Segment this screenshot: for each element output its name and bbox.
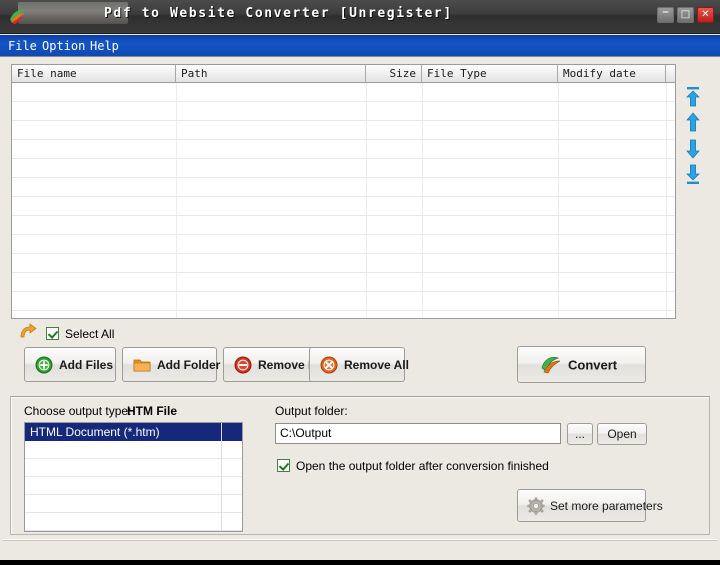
remove-file-button[interactable]: Remove File xyxy=(223,347,329,382)
output-type-list-divider xyxy=(221,423,222,531)
menu-item-help[interactable]: Help xyxy=(86,38,123,54)
convert-label: Convert xyxy=(568,357,618,372)
minimize-icon: – xyxy=(662,4,669,20)
open-folder-label: Open xyxy=(607,427,637,441)
close-button[interactable]: ✕ xyxy=(697,7,714,23)
move-down-button[interactable] xyxy=(683,138,703,160)
table-row[interactable] xyxy=(12,140,675,159)
output-type-empty-row xyxy=(25,495,242,513)
minimize-button[interactable]: – xyxy=(657,4,674,23)
add-folder-label: Add Folder xyxy=(157,357,221,372)
column-divider xyxy=(422,83,423,318)
output-type-option[interactable]: HTML Document (*.htm) xyxy=(25,423,242,441)
convert-swoosh-icon xyxy=(541,356,561,373)
column-header-extra[interactable] xyxy=(666,65,675,82)
table-row[interactable] xyxy=(12,273,675,292)
select-all-checkbox[interactable]: Select All xyxy=(46,325,115,341)
orange-x-circle-icon xyxy=(320,356,338,373)
arrow-to-bottom-icon xyxy=(686,164,700,184)
remove-all-button[interactable]: Remove All xyxy=(309,347,409,382)
output-folder-input[interactable]: C:\Output xyxy=(275,423,561,444)
table-header-row: File name Path Size File Type Modify date xyxy=(12,65,675,83)
move-up-button[interactable] xyxy=(683,111,703,133)
output-type-empty-row xyxy=(25,513,242,531)
output-type-list[interactable]: HTML Document (*.htm) xyxy=(24,422,243,532)
table-row[interactable] xyxy=(12,178,675,197)
file-list-table[interactable]: File name Path Size File Type Modify date xyxy=(11,64,676,319)
open-folder-button[interactable]: Open xyxy=(597,423,647,445)
choose-output-type-label: Choose output type: xyxy=(24,404,132,418)
status-bar xyxy=(3,539,717,559)
column-header-file-type[interactable]: File Type xyxy=(422,65,558,82)
refresh-up-arrow-icon[interactable] xyxy=(19,323,37,339)
menu-item-file[interactable]: File xyxy=(4,38,41,54)
table-row[interactable] xyxy=(12,102,675,121)
close-icon: ✕ xyxy=(701,9,710,20)
table-row[interactable] xyxy=(12,197,675,216)
table-row[interactable] xyxy=(12,121,675,140)
menu-item-option[interactable]: Option xyxy=(38,38,89,54)
browse-folder-label: ... xyxy=(574,427,585,441)
column-divider xyxy=(176,83,177,318)
table-row[interactable] xyxy=(12,83,675,102)
arrow-down-icon xyxy=(686,139,700,159)
orange-folder-icon xyxy=(133,359,151,371)
select-all-checkbox-box xyxy=(46,327,59,341)
column-header-path[interactable]: Path xyxy=(176,65,366,82)
column-divider xyxy=(666,83,667,318)
move-to-top-button[interactable] xyxy=(683,86,703,108)
browse-folder-button[interactable]: ... xyxy=(567,423,593,445)
menu-bar: File Option Help xyxy=(0,35,720,57)
output-type-empty-row xyxy=(25,477,242,495)
select-all-label: Select All xyxy=(65,326,115,341)
window-bottom-edge xyxy=(0,560,720,565)
table-row[interactable] xyxy=(12,254,675,273)
arrow-to-top-icon xyxy=(686,87,700,107)
table-row[interactable] xyxy=(12,216,675,235)
red-minus-circle-icon xyxy=(234,356,252,373)
add-folder-button[interactable]: Add Folder xyxy=(122,347,221,382)
title-bar: Pdf to Website Converter [Unregister] – … xyxy=(0,0,720,34)
maximize-icon: □ xyxy=(680,9,691,20)
green-plus-circle-icon xyxy=(35,356,53,373)
maximize-button[interactable]: □ xyxy=(677,7,694,23)
output-type-empty-row xyxy=(25,459,242,477)
column-divider xyxy=(366,83,367,318)
column-header-size[interactable]: Size xyxy=(366,65,422,82)
application-window: Pdf to Website Converter [Unregister] – … xyxy=(0,0,720,565)
table-row[interactable] xyxy=(12,292,675,311)
table-row[interactable] xyxy=(12,235,675,254)
open-after-conversion-checkbox-box xyxy=(277,459,290,473)
choose-output-type-value: HTM File xyxy=(127,404,177,418)
column-header-modify-date[interactable]: Modify date xyxy=(558,65,666,82)
move-to-bottom-button[interactable] xyxy=(683,163,703,185)
column-header-file-name[interactable]: File name xyxy=(12,65,176,82)
table-row[interactable] xyxy=(12,159,675,178)
gear-icon xyxy=(527,497,545,515)
output-type-empty-row xyxy=(25,441,242,459)
set-more-parameters-button[interactable]: Set more parameters xyxy=(517,489,663,522)
open-after-conversion-checkbox[interactable]: Open the output folder after conversion … xyxy=(277,457,549,473)
set-more-parameters-label: Set more parameters xyxy=(550,498,663,513)
app-logo-icon xyxy=(10,9,25,24)
window-title: Pdf to Website Converter [Unregister] xyxy=(104,6,453,21)
remove-all-label: Remove All xyxy=(344,357,409,372)
convert-button[interactable]: Convert xyxy=(517,346,646,383)
add-files-label: Add Files xyxy=(59,357,114,372)
open-after-conversion-label: Open the output folder after conversion … xyxy=(296,458,549,473)
column-divider xyxy=(558,83,559,318)
add-files-button[interactable]: Add Files xyxy=(24,347,116,382)
table-body xyxy=(12,83,675,318)
output-folder-label: Output folder: xyxy=(275,404,348,418)
arrow-up-icon xyxy=(686,112,700,132)
